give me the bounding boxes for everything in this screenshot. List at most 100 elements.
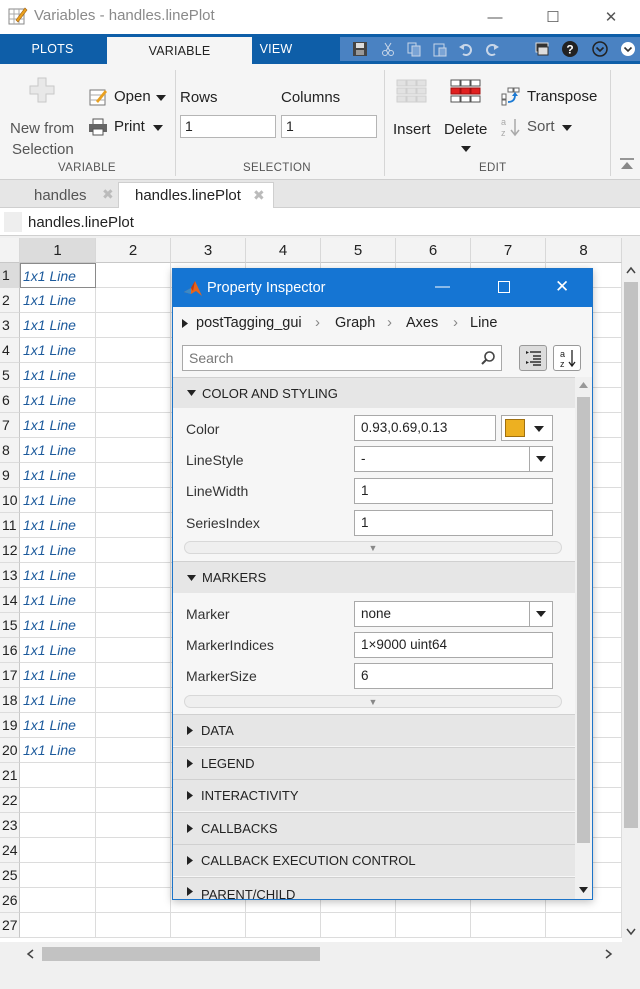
help-icon[interactable]: ? [560, 40, 580, 58]
section-interactivity[interactable]: INTERACTIVITY [173, 779, 575, 811]
grid-cell[interactable]: 1x1 Line [20, 288, 96, 313]
inspector-maximize-button[interactable] [498, 281, 510, 293]
grid-cell[interactable] [321, 913, 396, 938]
grid-cell[interactable] [396, 913, 471, 938]
horizontal-scroll-thumb[interactable] [42, 947, 320, 961]
markersize-input[interactable]: 6 [354, 663, 553, 689]
maximize-button[interactable]: ☐ [530, 0, 576, 34]
section-callbacks[interactable]: CALLBACKS [173, 812, 575, 844]
inspector-scroll-thumb[interactable] [577, 397, 590, 843]
tab-variable[interactable]: VARIABLE [107, 37, 252, 64]
row-header[interactable]: 1 [0, 263, 20, 288]
save-icon[interactable] [350, 40, 370, 58]
path-item[interactable]: Line [470, 315, 497, 331]
grid-cell[interactable] [96, 363, 171, 388]
row-header[interactable]: 16 [0, 638, 20, 663]
path-item[interactable]: Graph [335, 315, 375, 331]
column-header[interactable]: 7 [471, 238, 546, 263]
scroll-left-icon[interactable] [26, 949, 34, 959]
alphabetical-view-button[interactable]: az [553, 345, 581, 371]
inspector-close-button[interactable]: ✕ [555, 277, 569, 297]
group-view-button[interactable] [519, 345, 547, 371]
section-color-and-styling[interactable]: COLOR AND STYLING [173, 377, 575, 408]
scroll-down-icon[interactable] [579, 887, 588, 894]
row-header[interactable]: 13 [0, 563, 20, 588]
grid-cell[interactable]: 1x1 Line [20, 588, 96, 613]
grid-cell[interactable] [96, 263, 171, 288]
scroll-right-icon[interactable] [605, 949, 613, 959]
grid-cell[interactable]: 1x1 Line [20, 713, 96, 738]
collapse-ribbon-icon[interactable] [618, 40, 638, 58]
grid-cell[interactable] [96, 813, 171, 838]
show-more-markers[interactable]: ▼ [184, 695, 562, 708]
doc-tab-handles[interactable]: handles ✖ [18, 182, 118, 208]
grid-cell[interactable]: 1x1 Line [20, 338, 96, 363]
grid-cell[interactable] [96, 313, 171, 338]
grid-cell[interactable] [96, 438, 171, 463]
row-header[interactable]: 5 [0, 363, 20, 388]
column-header[interactable]: 1 [20, 238, 96, 263]
column-header[interactable]: 8 [546, 238, 622, 263]
grid-cell[interactable]: 1x1 Line [20, 688, 96, 713]
doc-tab-lineplot[interactable]: handles.linePlot ✖ [118, 182, 274, 208]
new-from-selection-button[interactable]: New from Selection [6, 72, 80, 162]
grid-cell[interactable] [96, 538, 171, 563]
row-header[interactable]: 18 [0, 688, 20, 713]
inspector-scrollbar[interactable] [575, 377, 592, 899]
scroll-up-icon[interactable] [626, 266, 636, 274]
grid-cell[interactable] [96, 563, 171, 588]
inspector-minimize-button[interactable]: — [435, 278, 450, 295]
row-header[interactable]: 21 [0, 763, 20, 788]
row-header[interactable]: 15 [0, 613, 20, 638]
grid-cell[interactable] [96, 588, 171, 613]
grid-cell[interactable] [96, 638, 171, 663]
grid-cell[interactable]: 1x1 Line [20, 513, 96, 538]
grid-cell[interactable] [96, 663, 171, 688]
marker-dropdown[interactable]: none [354, 601, 530, 627]
minimize-button[interactable]: — [472, 0, 518, 34]
grid-cell[interactable] [246, 913, 321, 938]
grid-cell[interactable] [20, 813, 96, 838]
vertical-scrollbar[interactable] [622, 262, 640, 942]
row-header[interactable]: 27 [0, 913, 20, 938]
grid-cell[interactable] [96, 688, 171, 713]
horizontal-scrollbar[interactable] [20, 943, 622, 965]
row-header[interactable]: 3 [0, 313, 20, 338]
row-header[interactable]: 8 [0, 438, 20, 463]
row-header[interactable]: 20 [0, 738, 20, 763]
row-header[interactable]: 22 [0, 788, 20, 813]
grid-cell[interactable]: 1x1 Line [20, 538, 96, 563]
row-header[interactable]: 23 [0, 813, 20, 838]
delete-button[interactable]: Delete [442, 72, 492, 158]
grid-cell[interactable] [96, 613, 171, 638]
grid-cell[interactable] [96, 738, 171, 763]
column-header[interactable]: 4 [246, 238, 321, 263]
grid-cell[interactable]: 1x1 Line [20, 313, 96, 338]
section-legend[interactable]: LEGEND [173, 747, 575, 779]
grid-cell[interactable] [96, 838, 171, 863]
color-picker-button[interactable] [501, 415, 553, 441]
sort-button[interactable]: az Sort [500, 116, 580, 138]
color-value-input[interactable]: 0.93,0.69,0.13 [354, 415, 496, 441]
grid-cell[interactable]: 1x1 Line [20, 488, 96, 513]
grid-cell[interactable]: 1x1 Line [20, 563, 96, 588]
transpose-button[interactable]: Transpose [500, 86, 600, 108]
row-header[interactable]: 19 [0, 713, 20, 738]
row-header[interactable]: 26 [0, 888, 20, 913]
rows-input[interactable]: 1 [180, 115, 276, 138]
grid-cell[interactable] [20, 863, 96, 888]
row-header[interactable]: 17 [0, 663, 20, 688]
paste-icon[interactable] [430, 40, 450, 58]
scroll-up-icon[interactable] [579, 381, 588, 388]
grid-cell[interactable] [171, 913, 246, 938]
row-header[interactable]: 4 [0, 338, 20, 363]
grid-cell[interactable]: 1x1 Line [20, 738, 96, 763]
row-header[interactable]: 7 [0, 413, 20, 438]
row-header[interactable]: 11 [0, 513, 20, 538]
path-item[interactable]: Axes [406, 315, 438, 331]
row-header[interactable]: 2 [0, 288, 20, 313]
row-header[interactable]: 6 [0, 388, 20, 413]
copy-icon[interactable] [404, 40, 424, 58]
grid-cell[interactable] [96, 488, 171, 513]
inspector-search-input[interactable]: Search [182, 345, 502, 371]
